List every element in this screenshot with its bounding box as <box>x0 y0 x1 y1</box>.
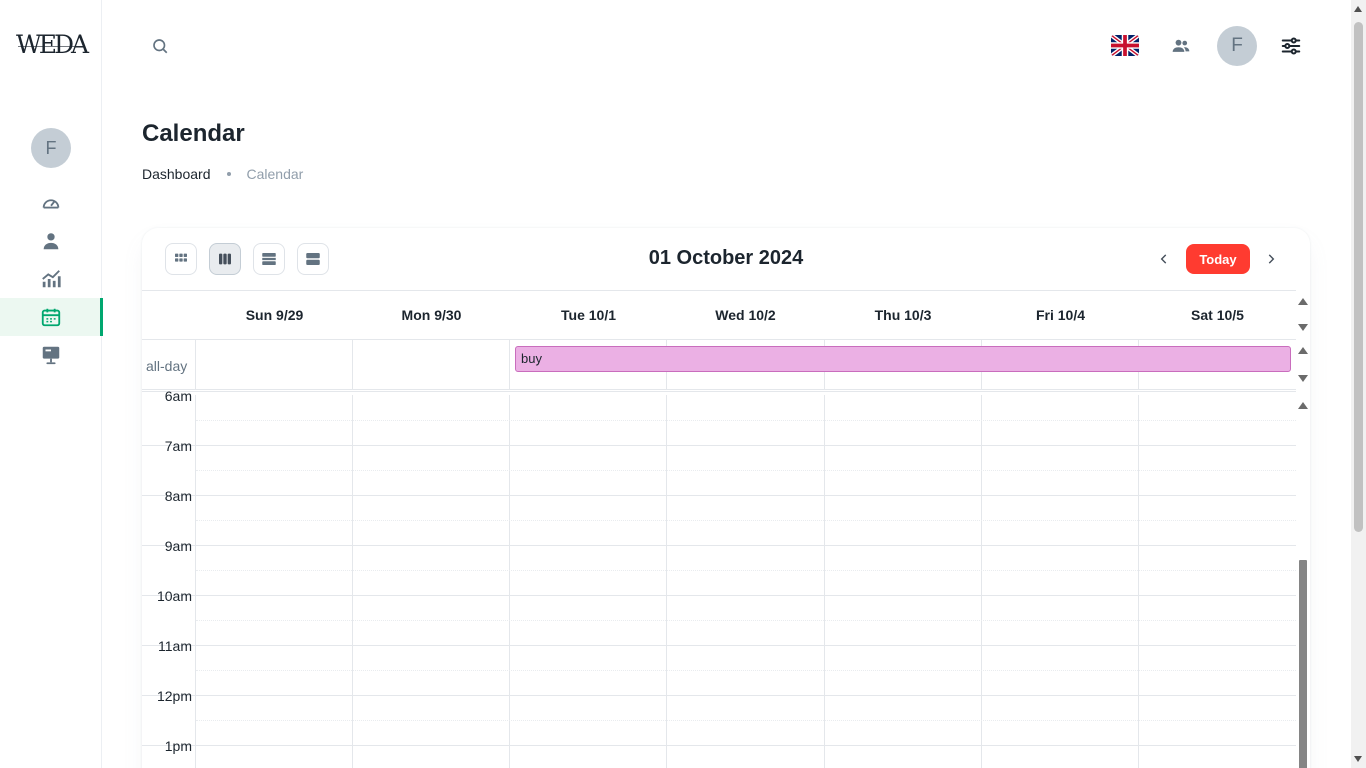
gauge-icon <box>42 199 60 209</box>
header-scroll-up-arrow[interactable] <box>1298 298 1308 305</box>
chart-icon <box>42 270 61 288</box>
allday-scroll-down-arrow[interactable] <box>1298 375 1308 382</box>
hour-label: 1pm <box>164 738 192 754</box>
sidebar-avatar[interactable]: F <box>31 128 71 168</box>
sidebar-item-dashboard[interactable] <box>0 184 102 222</box>
header-scroll-down-arrow[interactable] <box>1298 324 1308 331</box>
breadcrumb-dashboard[interactable]: Dashboard <box>142 166 211 182</box>
page-scroll-down-arrow[interactable] <box>1354 756 1362 762</box>
settings-sliders-icon <box>1281 37 1301 55</box>
day-header: Wed 10/2 <box>715 307 776 323</box>
calendar-scroll-thumb[interactable] <box>1299 560 1307 768</box>
hour-label: 10am <box>156 588 192 604</box>
hour-label: 6am <box>164 388 192 404</box>
app-logo[interactable]: WEDA <box>16 30 89 60</box>
page-scroll-thumb[interactable] <box>1354 22 1363 532</box>
allday-row: all-day buy <box>142 340 1296 392</box>
account-avatar[interactable]: F <box>1217 26 1257 66</box>
hour-label: 12pm <box>156 688 192 704</box>
calendar-scrollbar[interactable] <box>1296 290 1310 768</box>
uk-flag-icon <box>1111 35 1139 56</box>
day-header-row: Sun 9/29 Mon 9/30 Tue 10/1 Wed 10/2 Thu … <box>142 290 1296 340</box>
calendar-toolbar: 01 October 2024 Today <box>142 228 1310 290</box>
hour-label: 8am <box>164 488 192 504</box>
day-header: Tue 10/1 <box>561 307 616 323</box>
today-button[interactable]: Today <box>1186 244 1250 274</box>
allday-label: all-day <box>146 358 188 374</box>
search-icon <box>153 39 168 54</box>
allday-scroll-up-arrow[interactable] <box>1298 347 1308 354</box>
calendar-card: 01 October 2024 Today Sun 9/29 Mon 9/30 … <box>142 228 1310 768</box>
body-scroll-up-arrow[interactable] <box>1298 402 1308 409</box>
time-grid: 6am 7am 8am 9am 10am 11am 12pm 1pm <box>142 388 1296 768</box>
language-selector[interactable] <box>1111 35 1139 56</box>
sidebar-item-presentation[interactable] <box>0 336 102 374</box>
calendar-icon <box>41 308 61 327</box>
page-title: Calendar <box>142 120 245 147</box>
search-button[interactable] <box>148 34 172 58</box>
breadcrumb: Dashboard Calendar <box>142 166 303 182</box>
sidebar: WEDA F <box>0 0 103 768</box>
presentation-icon <box>42 346 60 365</box>
calendar-event[interactable]: buy <box>515 346 1291 372</box>
contacts-button[interactable] <box>1169 34 1193 58</box>
sidebar-item-calendar[interactable] <box>0 298 103 336</box>
user-icon <box>43 233 59 250</box>
chevron-left-icon <box>1160 254 1167 264</box>
settings-button[interactable] <box>1279 34 1303 58</box>
hour-label: 7am <box>164 438 192 454</box>
sidebar-item-analytics[interactable] <box>0 260 102 298</box>
hour-label: 9am <box>164 538 192 554</box>
sidebar-item-user[interactable] <box>0 222 102 260</box>
chevron-right-icon <box>1268 254 1275 264</box>
page-scrollbar[interactable] <box>1351 0 1366 768</box>
next-button[interactable] <box>1261 248 1281 270</box>
breadcrumb-separator <box>226 172 231 176</box>
hour-label: 11am <box>158 638 192 654</box>
contacts-icon <box>1172 39 1190 52</box>
day-header: Sun 9/29 <box>245 307 304 323</box>
page-scroll-up-arrow[interactable] <box>1354 6 1362 12</box>
day-header: Sat 10/5 <box>1191 307 1244 323</box>
day-header: Thu 10/3 <box>874 307 932 323</box>
previous-button[interactable] <box>1154 248 1174 270</box>
day-header: Fri 10/4 <box>1035 307 1086 323</box>
day-header: Mon 9/30 <box>401 307 462 323</box>
calendar-current-date: 01 October 2024 <box>648 247 804 269</box>
breadcrumb-current: Calendar <box>246 166 304 182</box>
